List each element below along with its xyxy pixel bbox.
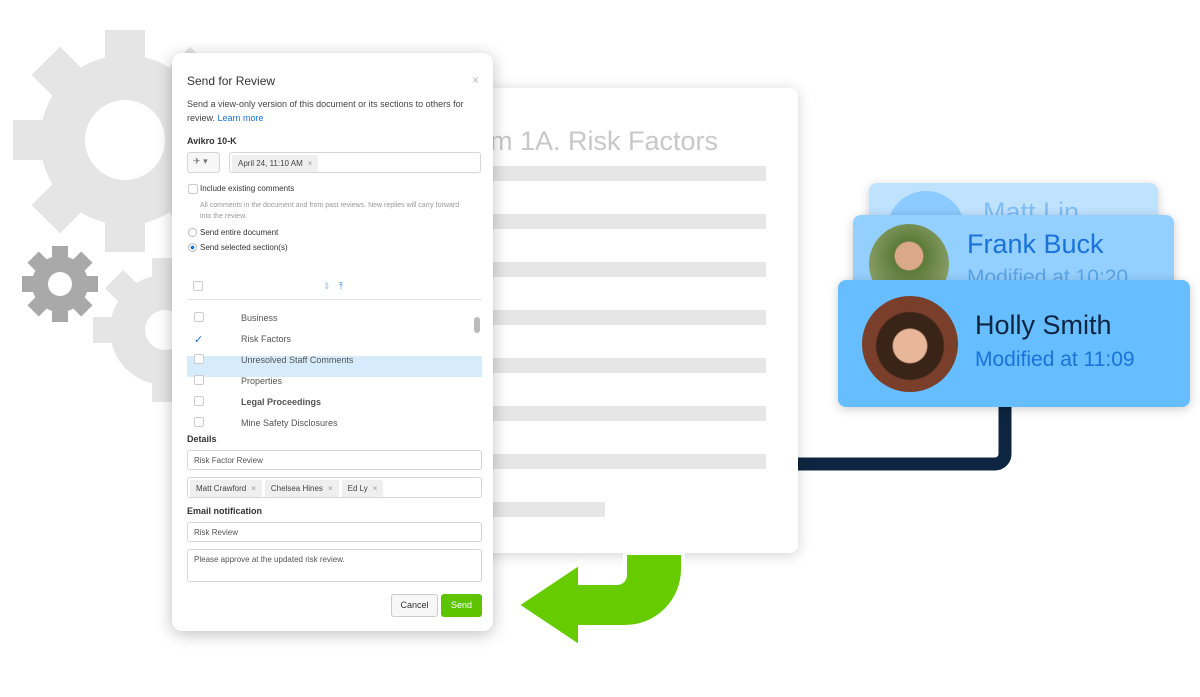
reviewer-name: Holly Smith xyxy=(975,310,1112,340)
review-name-value: Risk Factor Review xyxy=(194,456,263,465)
section-checkbox[interactable] xyxy=(194,354,204,364)
text-line xyxy=(490,214,766,229)
reviewer-chip-label: Ed Ly xyxy=(347,484,368,493)
section-checkbox[interactable] xyxy=(194,417,204,427)
reviewer-chip-label: Chelsea Hines xyxy=(270,484,323,493)
section-label: Unresolved Staff Comments xyxy=(241,355,354,365)
send-entire-radio[interactable] xyxy=(188,228,197,237)
cancel-button[interactable]: Cancel xyxy=(391,594,438,617)
section-label: Risk Factors xyxy=(241,334,292,344)
expand-collapse-icon[interactable]: ⤒ xyxy=(339,281,343,292)
version-chip: April 24, 11:10 AM × xyxy=(232,155,319,172)
text-line xyxy=(490,454,766,469)
include-comments-help: All comments in the document and from pa… xyxy=(200,202,460,220)
scrollbar[interactable] xyxy=(474,317,480,333)
document-title: m 1A. Risk Factors xyxy=(490,126,719,156)
section-checkbox[interactable] xyxy=(194,312,204,322)
text-line xyxy=(490,406,766,421)
details-label: Details xyxy=(187,434,217,444)
section-label: Business xyxy=(241,313,278,323)
text-line xyxy=(490,310,766,325)
version-input[interactable]: April 24, 11:10 AM × xyxy=(229,152,481,173)
remove-icon[interactable]: × xyxy=(251,484,256,493)
email-message-value: Please approve at the updated risk revie… xyxy=(194,555,345,564)
send-selected-label: Send selected section(s) xyxy=(200,243,288,252)
text-line xyxy=(490,262,766,277)
remove-icon[interactable]: × xyxy=(328,484,333,493)
modified-time: Modified at 11:09 xyxy=(975,348,1135,371)
avatar xyxy=(862,296,958,392)
reviewer-card-holly-smith[interactable]: Holly Smith Modified at 11:09 xyxy=(838,280,1190,407)
email-subject-input[interactable]: Risk Review xyxy=(187,522,482,542)
send-for-review-dialog: Send for Review × Send a view-only versi… xyxy=(172,53,493,631)
select-all-checkbox[interactable] xyxy=(193,281,203,291)
section-label: Mine Safety Disclosures xyxy=(241,418,338,428)
section-list: Business ✓ Risk Factors Unresolved Staff… xyxy=(187,300,482,430)
pin-dropdown[interactable]: ✈ ▾ xyxy=(187,152,220,173)
reviewer-chip-label: Matt Crawford xyxy=(196,484,247,493)
text-line xyxy=(490,358,766,373)
sort-icon[interactable]: ⇕ xyxy=(323,281,331,292)
reviewer-chip: Matt Crawford × xyxy=(190,480,262,497)
section-label: Properties xyxy=(241,376,283,386)
gear-icon-small xyxy=(22,246,98,322)
send-button[interactable]: Send xyxy=(441,594,482,617)
reviewer-chip: Chelsea Hines × xyxy=(264,480,339,497)
section-checkbox[interactable] xyxy=(194,375,204,385)
learn-more-link[interactable]: Learn more xyxy=(218,113,264,123)
section-checkbox[interactable] xyxy=(194,396,204,406)
dialog-title: Send for Review xyxy=(187,74,276,88)
email-subject-value: Risk Review xyxy=(194,528,239,537)
reviewer-name: Frank Buck xyxy=(967,229,1104,259)
return-arrow-icon xyxy=(513,551,685,651)
text-line xyxy=(490,502,605,517)
email-message-textarea[interactable]: Please approve at the updated risk revie… xyxy=(187,549,482,582)
text-line xyxy=(490,166,766,181)
version-label: April 24, 11:10 AM xyxy=(238,159,303,168)
send-selected-radio[interactable] xyxy=(188,243,197,252)
send-entire-label: Send entire document xyxy=(200,228,279,237)
chevron-down-icon: ▾ xyxy=(203,156,208,166)
review-name-input[interactable]: Risk Factor Review xyxy=(187,450,482,470)
reviewer-chip: Ed Ly × xyxy=(341,480,384,497)
list-item xyxy=(194,312,204,322)
include-comments-checkbox[interactable] xyxy=(188,184,198,194)
include-comments-label: Include existing comments xyxy=(200,184,295,193)
section-label: Legal Proceedings xyxy=(241,397,322,407)
close-icon[interactable]: × xyxy=(472,73,479,87)
pin-icon: ✈ xyxy=(193,156,201,166)
checkmark-icon[interactable]: ✓ xyxy=(194,333,203,346)
email-label: Email notification xyxy=(187,506,263,516)
remove-icon[interactable]: × xyxy=(373,484,378,493)
document-name: Avikro 10-K xyxy=(187,136,237,146)
remove-icon[interactable]: × xyxy=(308,159,313,168)
reviewers-input[interactable]: Matt Crawford × Chelsea Hines × Ed Ly × xyxy=(187,477,482,498)
